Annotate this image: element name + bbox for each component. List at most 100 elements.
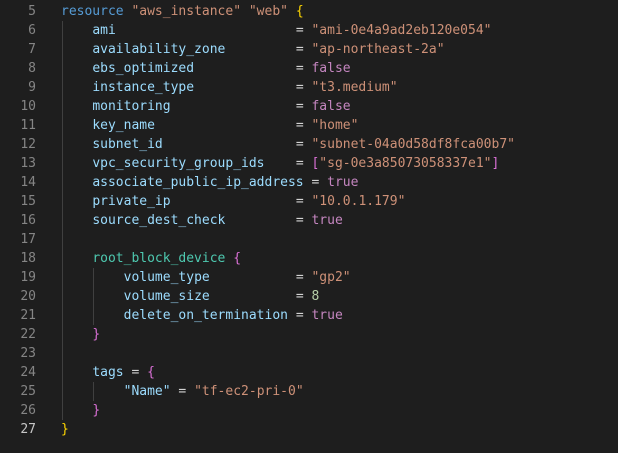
- token-bool: true: [327, 175, 359, 190]
- code-line[interactable]: 23: [0, 344, 618, 363]
- line-number: 24: [20, 365, 36, 380]
- code-line[interactable]: 17: [0, 230, 618, 249]
- token-str: "web": [248, 4, 288, 19]
- token-eq: =: [295, 118, 312, 133]
- line-number: 5: [28, 4, 36, 19]
- line-number: 15: [20, 194, 36, 209]
- token-eq: =: [295, 156, 312, 171]
- line-content: ebs_optimized = false: [61, 59, 351, 78]
- line-content: }: [61, 401, 100, 420]
- token-attr: volume_size: [123, 289, 210, 304]
- token-bool: false: [311, 61, 351, 76]
- token-eq: =: [295, 61, 312, 76]
- line-number: 8: [28, 61, 36, 76]
- line-content: monitoring = false: [61, 97, 350, 116]
- code-line[interactable]: 16 source_dest_check = true: [0, 211, 618, 230]
- line-content: associate_public_ip_address = true: [61, 173, 358, 192]
- token-eq: =: [295, 99, 312, 114]
- code-line[interactable]: 21 delete_on_termination = true: [0, 306, 618, 325]
- code-line[interactable]: 27}: [0, 420, 618, 439]
- line-content: [61, 230, 92, 249]
- line-content: key_name = "home": [61, 116, 358, 135]
- token-str: "sg-0e3a85073058337e1": [319, 156, 492, 171]
- token-str: "t3.medium": [311, 80, 398, 95]
- token-attr: monitoring: [92, 99, 171, 114]
- token-str: "subnet-04a0d58df8fca00b7": [311, 137, 515, 152]
- code-line[interactable]: 14 associate_public_ip_address = true: [0, 173, 618, 192]
- token-attr: "Name": [123, 384, 171, 399]
- token-kw: resource: [61, 4, 124, 19]
- token-eq: =: [303, 175, 328, 190]
- line-number: 18: [20, 251, 36, 266]
- line-content: volume_type = "gp2": [61, 268, 351, 287]
- token-attr: tags: [92, 365, 124, 380]
- token-num: 8: [311, 289, 320, 304]
- line-content: availability_zone = "ap-northeast-2a": [61, 40, 444, 59]
- code-line[interactable]: 22 }: [0, 325, 618, 344]
- token-attr: associate_public_ip_address: [92, 175, 304, 190]
- token-brace-p: ]: [491, 156, 500, 171]
- code-line[interactable]: 5 resource "aws_instance" "web" {: [0, 2, 618, 21]
- code-line[interactable]: 7 availability_zone = "ap-northeast-2a": [0, 40, 618, 59]
- line-content: private_ip = "10.0.1.179": [61, 192, 405, 211]
- code-line[interactable]: 11 key_name = "home": [0, 116, 618, 135]
- token-eq: =: [295, 194, 312, 209]
- token-str: "aws_instance": [131, 4, 242, 19]
- line-number: 22: [20, 327, 36, 342]
- code-line[interactable]: 15 private_ip = "10.0.1.179": [0, 192, 618, 211]
- line-number: 20: [20, 289, 36, 304]
- token-eq: =: [295, 80, 312, 95]
- code-line[interactable]: 18 root_block_device {: [0, 249, 618, 268]
- token-eq: =: [295, 289, 312, 304]
- code-line[interactable]: 25 "Name" = "tf-ec2-pri-0": [0, 382, 618, 401]
- token-str: "10.0.1.179": [311, 194, 406, 209]
- line-content: }: [61, 420, 69, 439]
- code-line[interactable]: 26 }: [0, 401, 618, 420]
- token-attr: vpc_security_group_ids: [92, 156, 265, 171]
- token-eq: =: [295, 213, 312, 228]
- token-attr: volume_type: [123, 270, 210, 285]
- line-number: 23: [20, 346, 36, 361]
- line-number: 19: [20, 270, 36, 285]
- line-number: 27: [20, 422, 36, 437]
- line-content: root_block_device {: [61, 249, 241, 268]
- line-content: volume_size = 8: [61, 287, 320, 306]
- code-line[interactable]: 24 tags = {: [0, 363, 618, 382]
- code-line[interactable]: 9 instance_type = "t3.medium": [0, 78, 618, 97]
- line-content: resource "aws_instance" "web" {: [61, 2, 304, 21]
- code-editor[interactable]: 5 resource "aws_instance" "web" {6 ami = …: [0, 0, 618, 453]
- token-attr: private_ip: [92, 194, 171, 209]
- code-line[interactable]: 12 subnet_id = "subnet-04a0d58df8fca00b7…: [0, 135, 618, 154]
- code-line[interactable]: 19 volume_type = "gp2": [0, 268, 618, 287]
- line-number: 12: [20, 137, 36, 152]
- code-line[interactable]: 6 ami = "ami-0e4a9ad2eb120e054": [0, 21, 618, 40]
- line-number: 11: [20, 118, 36, 133]
- code-line[interactable]: 10 monitoring = false: [0, 97, 618, 116]
- line-content: subnet_id = "subnet-04a0d58df8fca00b7": [61, 135, 515, 154]
- token-attr: ebs_optimized: [92, 61, 195, 76]
- token-punc: [241, 4, 249, 19]
- token-str: "ami-0e4a9ad2eb120e054": [311, 23, 492, 38]
- line-number: 9: [28, 80, 36, 95]
- code-line[interactable]: 8 ebs_optimized = false: [0, 59, 618, 78]
- token-attr: ami: [92, 23, 116, 38]
- code-line[interactable]: 13 vpc_security_group_ids = ["sg-0e3a850…: [0, 154, 618, 173]
- code-lines[interactable]: 5 resource "aws_instance" "web" {6 ami = …: [0, 2, 618, 439]
- line-content: }: [61, 325, 100, 344]
- token-bool: true: [311, 213, 343, 228]
- token-attr: instance_type: [92, 80, 195, 95]
- token-attr: delete_on_termination: [123, 308, 288, 323]
- token-attr: availability_zone: [92, 42, 226, 57]
- token-punc: =: [170, 384, 195, 399]
- code-line[interactable]: 20 volume_size = 8: [0, 287, 618, 306]
- token-brace-p: {: [147, 365, 155, 380]
- line-number: 16: [20, 213, 36, 228]
- line-number: 17: [20, 232, 36, 247]
- line-number: 13: [20, 156, 36, 171]
- token-brace-p: }: [92, 403, 101, 418]
- line-content: ami = "ami-0e4a9ad2eb120e054": [61, 21, 491, 40]
- line-number: 26: [20, 403, 36, 418]
- token-attr: source_dest_check: [92, 213, 226, 228]
- line-number: 6: [28, 23, 36, 38]
- token-str: "home": [311, 118, 359, 133]
